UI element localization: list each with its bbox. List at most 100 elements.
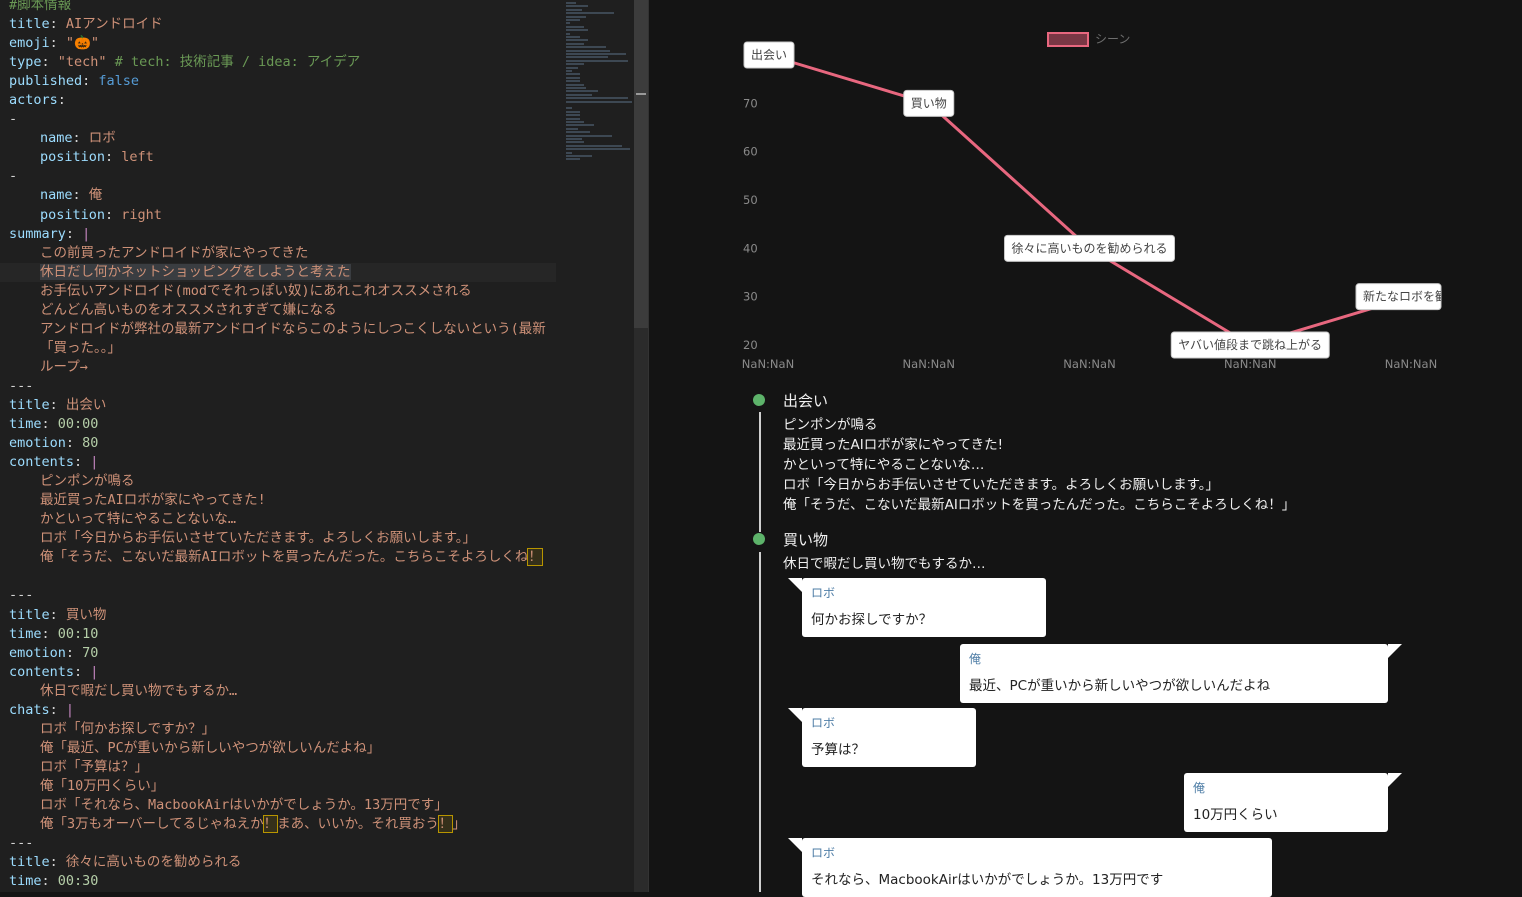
yaml-text: 最近買ったAIロボが家にやってきた! — [40, 492, 266, 509]
code-line[interactable]: どんどん高いものをオススメされすぎて嫌になる — [0, 301, 556, 320]
editor-scrollbar-thumb[interactable] — [634, 0, 648, 328]
code-lines[interactable]: #脚本情報 title: AIアンドロイド emoji: "🎃" type: "tec… — [0, 0, 556, 891]
code-line[interactable]: ロボ「何かお探しですか？」 — [0, 720, 556, 739]
code-line[interactable]: contents: | — [0, 663, 556, 682]
code-editor[interactable]: #脚本情報 title: AIアンドロイド emoji: "🎃" type: "tec… — [0, 0, 562, 892]
yaml-value: ロボ — [88, 130, 116, 147]
chat-message: それなら、MacbookAirはいかがでしょうか。13万円です — [811, 872, 1164, 888]
code-line[interactable]: 俺「最近、PCが重いから新しいやつが欲しいんだよね」 — [0, 739, 556, 758]
yaml-key: title — [9, 396, 50, 413]
code-line[interactable]: ピンポンが鳴る — [0, 472, 556, 491]
minimap-line — [566, 155, 592, 157]
minimap-line — [566, 114, 580, 117]
code-line[interactable]: ロボ「予算は？」 — [0, 758, 556, 777]
code-line[interactable]: title: 買い物 — [0, 606, 556, 625]
code-line[interactable]: emotion: 80 — [0, 434, 556, 453]
code-line[interactable]: 休日だし何かネットショッピングをしようと考えた — [0, 262, 556, 282]
code-line[interactable]: 俺「3万もオーバーしてるじゃねえか！まあ、いいか。それ買おう！」 — [0, 815, 556, 834]
code-line[interactable]: time: 00:30 — [0, 872, 556, 891]
code-line[interactable]: 俺「10万円くらい」 — [0, 777, 556, 796]
minimap-line — [566, 63, 584, 66]
code-line[interactable]: この前買ったアンドロイドが家にやってきた — [0, 244, 556, 263]
code-line[interactable]: 「買った。。」 — [0, 339, 556, 358]
code-line[interactable]: --- — [0, 586, 556, 605]
minimap-line — [566, 36, 580, 38]
y-tick-label: 40 — [743, 241, 758, 255]
code-line[interactable]: type: "tech" # tech: 技術記事 / idea: アイデア — [0, 53, 556, 72]
yaml-key: title — [9, 606, 50, 623]
code-line[interactable]: - — [0, 110, 556, 129]
minimap-line — [566, 46, 606, 49]
code-line[interactable]: お手伝いアンドロイド(modでそれっぽい奴)にあれこれオススメされる — [0, 282, 556, 301]
minimap-line — [566, 124, 594, 127]
code-line[interactable]: title: 出会い — [0, 396, 556, 415]
code-line[interactable]: name: ロボ — [0, 129, 556, 148]
yaml-key: title — [9, 854, 50, 871]
code-line[interactable]: 休日で暇だし買い物でもするか… — [0, 682, 556, 701]
yaml-colon: : — [105, 149, 122, 166]
code-line[interactable]: title: 徐々に高いものを勧められる — [0, 853, 556, 872]
yaml-colon: : — [49, 35, 66, 52]
minimap-line — [566, 110, 580, 113]
minimap-line — [566, 70, 572, 72]
code-line[interactable]: アンドロイドが弊社の最新アンドロイドならこのようにしつこくしないという(最新 — [0, 320, 556, 339]
y-tick-label: 30 — [743, 290, 758, 304]
yaml-colon: : — [74, 663, 91, 680]
code-line[interactable]: emotion: 70 — [0, 644, 556, 663]
yaml-colon: : — [41, 625, 58, 642]
code-dash: - — [9, 111, 18, 128]
code-line[interactable]: 最近買ったAIロボが家にやってきた! — [0, 491, 556, 510]
unicode-warning-char: ！ — [527, 548, 543, 567]
data-label-text: 徐々に高いものを勧められる — [1012, 240, 1168, 255]
y-tick-label: 60 — [743, 145, 758, 159]
code-line[interactable]: position: left — [0, 148, 556, 167]
code-line[interactable]: かといって特にやることないな… — [0, 510, 556, 529]
yaml-key: type — [9, 54, 42, 71]
code-line[interactable]: --- — [0, 377, 556, 396]
yaml-text: 俺「最近、PCが重いから新しいやつが欲しいんだよね」 — [40, 739, 381, 756]
yaml-value: | — [90, 454, 99, 471]
code-line[interactable]: ロボ「それなら、MacbookAirはいかがでしょうか。13万円です」 — [0, 796, 556, 815]
chat-bubble-robot: ロボ それなら、MacbookAirはいかがでしょうか。13万円です — [802, 838, 1272, 897]
minimap-line — [566, 39, 588, 42]
yaml-colon: : — [49, 606, 66, 623]
yaml-value: | — [65, 701, 75, 718]
minimap-line — [566, 97, 628, 100]
yaml-value: false — [98, 73, 140, 90]
code-line[interactable]: - — [0, 167, 556, 186]
code-line[interactable]: published: false — [0, 72, 556, 91]
code-line[interactable]: title: AIアンドロイド — [0, 15, 556, 34]
code-line[interactable]: actors: — [0, 91, 556, 110]
minimap-line — [566, 134, 612, 137]
code-line[interactable]: chats: | — [0, 701, 556, 720]
code-line[interactable] — [0, 567, 556, 586]
code-line[interactable]: time: 00:00 — [0, 415, 556, 434]
yaml-colon: : — [72, 187, 89, 204]
minimap-line — [566, 76, 580, 79]
yaml-value: 00:10 — [57, 625, 99, 642]
code-line[interactable]: name: 俺 — [0, 186, 556, 205]
yaml-colon: : — [49, 701, 66, 718]
code-line[interactable]: emoji: "🎃" — [0, 34, 556, 53]
code-line[interactable]: --- — [0, 834, 556, 853]
scene-dot — [753, 533, 765, 545]
yaml-colon: : — [74, 454, 91, 471]
preview-pane: シーン 20 30 40 50 60 70 NaN:NaN NaN:NaN NaN:NaN NaN:… — [649, 0, 1522, 897]
code-line[interactable]: time: 00:10 — [0, 625, 556, 644]
minimap[interactable] — [562, 0, 634, 892]
yaml-text: かといって特にやることないな… — [40, 511, 237, 528]
code-comment: #脚本情報 — [9, 0, 72, 13]
code-line[interactable]: 俺「そうだ、こないだ最新AIロボットを買ったんだった。こちらこそよろしくね！ — [0, 548, 556, 567]
yaml-key: name — [40, 130, 73, 147]
code-line[interactable]: ロボ「今日からお手伝いさせていただきます。よろしくお願いします。」 — [0, 529, 556, 548]
code-line[interactable]: position: right — [0, 206, 556, 225]
legend-swatch — [1047, 32, 1089, 47]
code-line[interactable]: ループ→ — [0, 358, 556, 377]
yaml-value: 70 — [82, 644, 99, 661]
minimap-line — [566, 8, 582, 11]
timeline-line-1 — [759, 412, 761, 532]
code-line[interactable]: contents: | — [0, 453, 556, 472]
code-line[interactable]: summary: | — [0, 225, 556, 244]
scene-contents: ピンポンが鳴る 最近買ったAIロボが家にやってきた! かといって特にやることない… — [783, 417, 1296, 513]
code-line[interactable]: #脚本情報 — [0, 0, 556, 15]
